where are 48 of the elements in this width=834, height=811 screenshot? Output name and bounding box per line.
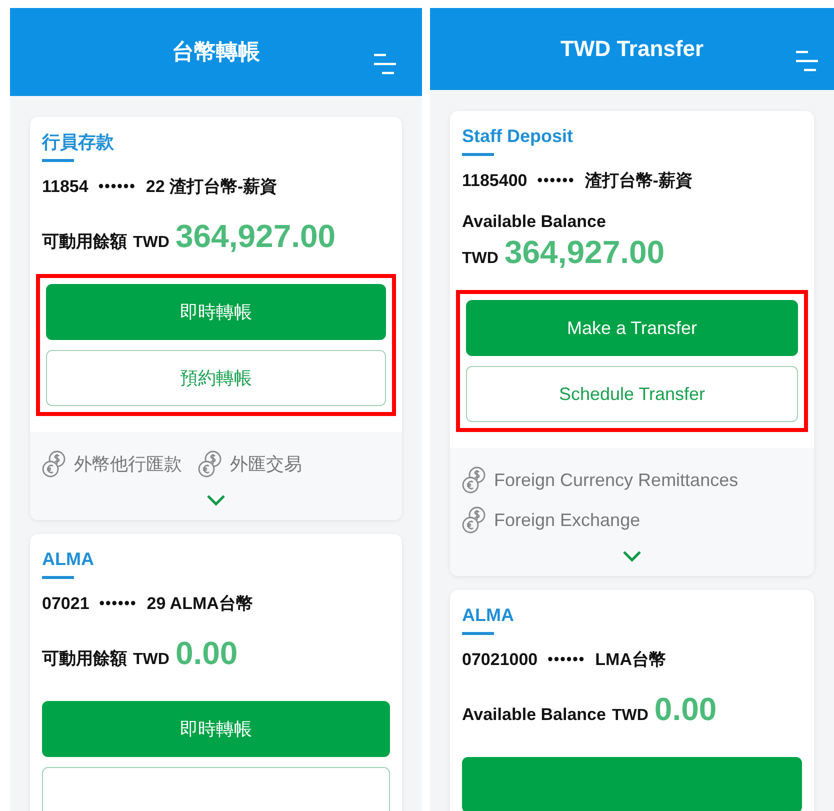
account-number: 1185400 (462, 170, 528, 192)
chevron-down-icon[interactable] (622, 550, 642, 562)
account-number: 11854 (42, 176, 88, 198)
account-description: 29 ALMA台幣 (146, 593, 253, 615)
balance-amount: 0.00 (654, 691, 717, 727)
service-link[interactable]: Foreign Exchange (494, 510, 640, 530)
coins-icon[interactable] (462, 506, 486, 534)
account-title: ALMA (462, 604, 515, 627)
balance-label: Available Balance (462, 212, 606, 232)
menu-icon[interactable] (372, 53, 396, 77)
masked-digits: •••••• (99, 594, 137, 614)
schedule-button[interactable]: 預約轉帳 (46, 350, 386, 406)
balance-label: 可動用餘額 (42, 231, 127, 253)
balance-amount: 0.00 (175, 635, 238, 671)
coins-icon[interactable] (42, 450, 66, 478)
account-description: 渣打台幣-薪資 (584, 170, 692, 192)
chevron-down-icon[interactable] (206, 494, 226, 506)
masked-digits: •••••• (98, 177, 136, 197)
balance-amount: 364,927.00 (175, 218, 336, 254)
balance-label: 可動用餘額 (42, 648, 127, 670)
currency-label: TWD (462, 250, 498, 268)
account-description: LMA台幣 (595, 649, 666, 671)
currency-label: TWD (133, 234, 170, 252)
transfer-button[interactable]: 即時轉帳 (42, 701, 390, 757)
screen-title: 台幣轉帳 (172, 38, 260, 66)
account-number: 07021 (42, 593, 90, 615)
account-number: 07021000 (462, 649, 538, 671)
transfer-button[interactable]: Make a Transfer (466, 300, 798, 356)
account-title: ALMA (42, 548, 95, 571)
currency-label: TWD (612, 707, 648, 725)
account-description: 22 渣打台幣-薪資 (146, 176, 278, 198)
coins-icon[interactable] (198, 450, 222, 478)
account-title: 行員存款 (42, 131, 115, 154)
schedule-button[interactable] (42, 767, 390, 811)
currency-label: TWD (133, 651, 170, 669)
balance-amount: 364,927.00 (504, 234, 665, 270)
balance-label: Available Balance (462, 705, 606, 725)
service-link[interactable]: 外幣他行匯款 (74, 452, 182, 476)
account-title: Staff Deposit (462, 125, 574, 148)
menu-icon[interactable] (794, 50, 818, 74)
service-link[interactable]: Foreign Currency Remittances (494, 470, 738, 490)
service-link[interactable]: 外匯交易 (230, 452, 302, 476)
masked-digits: •••••• (537, 171, 575, 191)
coins-icon[interactable] (462, 466, 486, 494)
masked-digits: •••••• (548, 650, 586, 670)
transfer-button[interactable]: 即時轉帳 (46, 284, 386, 340)
schedule-button[interactable]: Schedule Transfer (466, 366, 798, 422)
screen-title: TWD Transfer (560, 36, 704, 62)
